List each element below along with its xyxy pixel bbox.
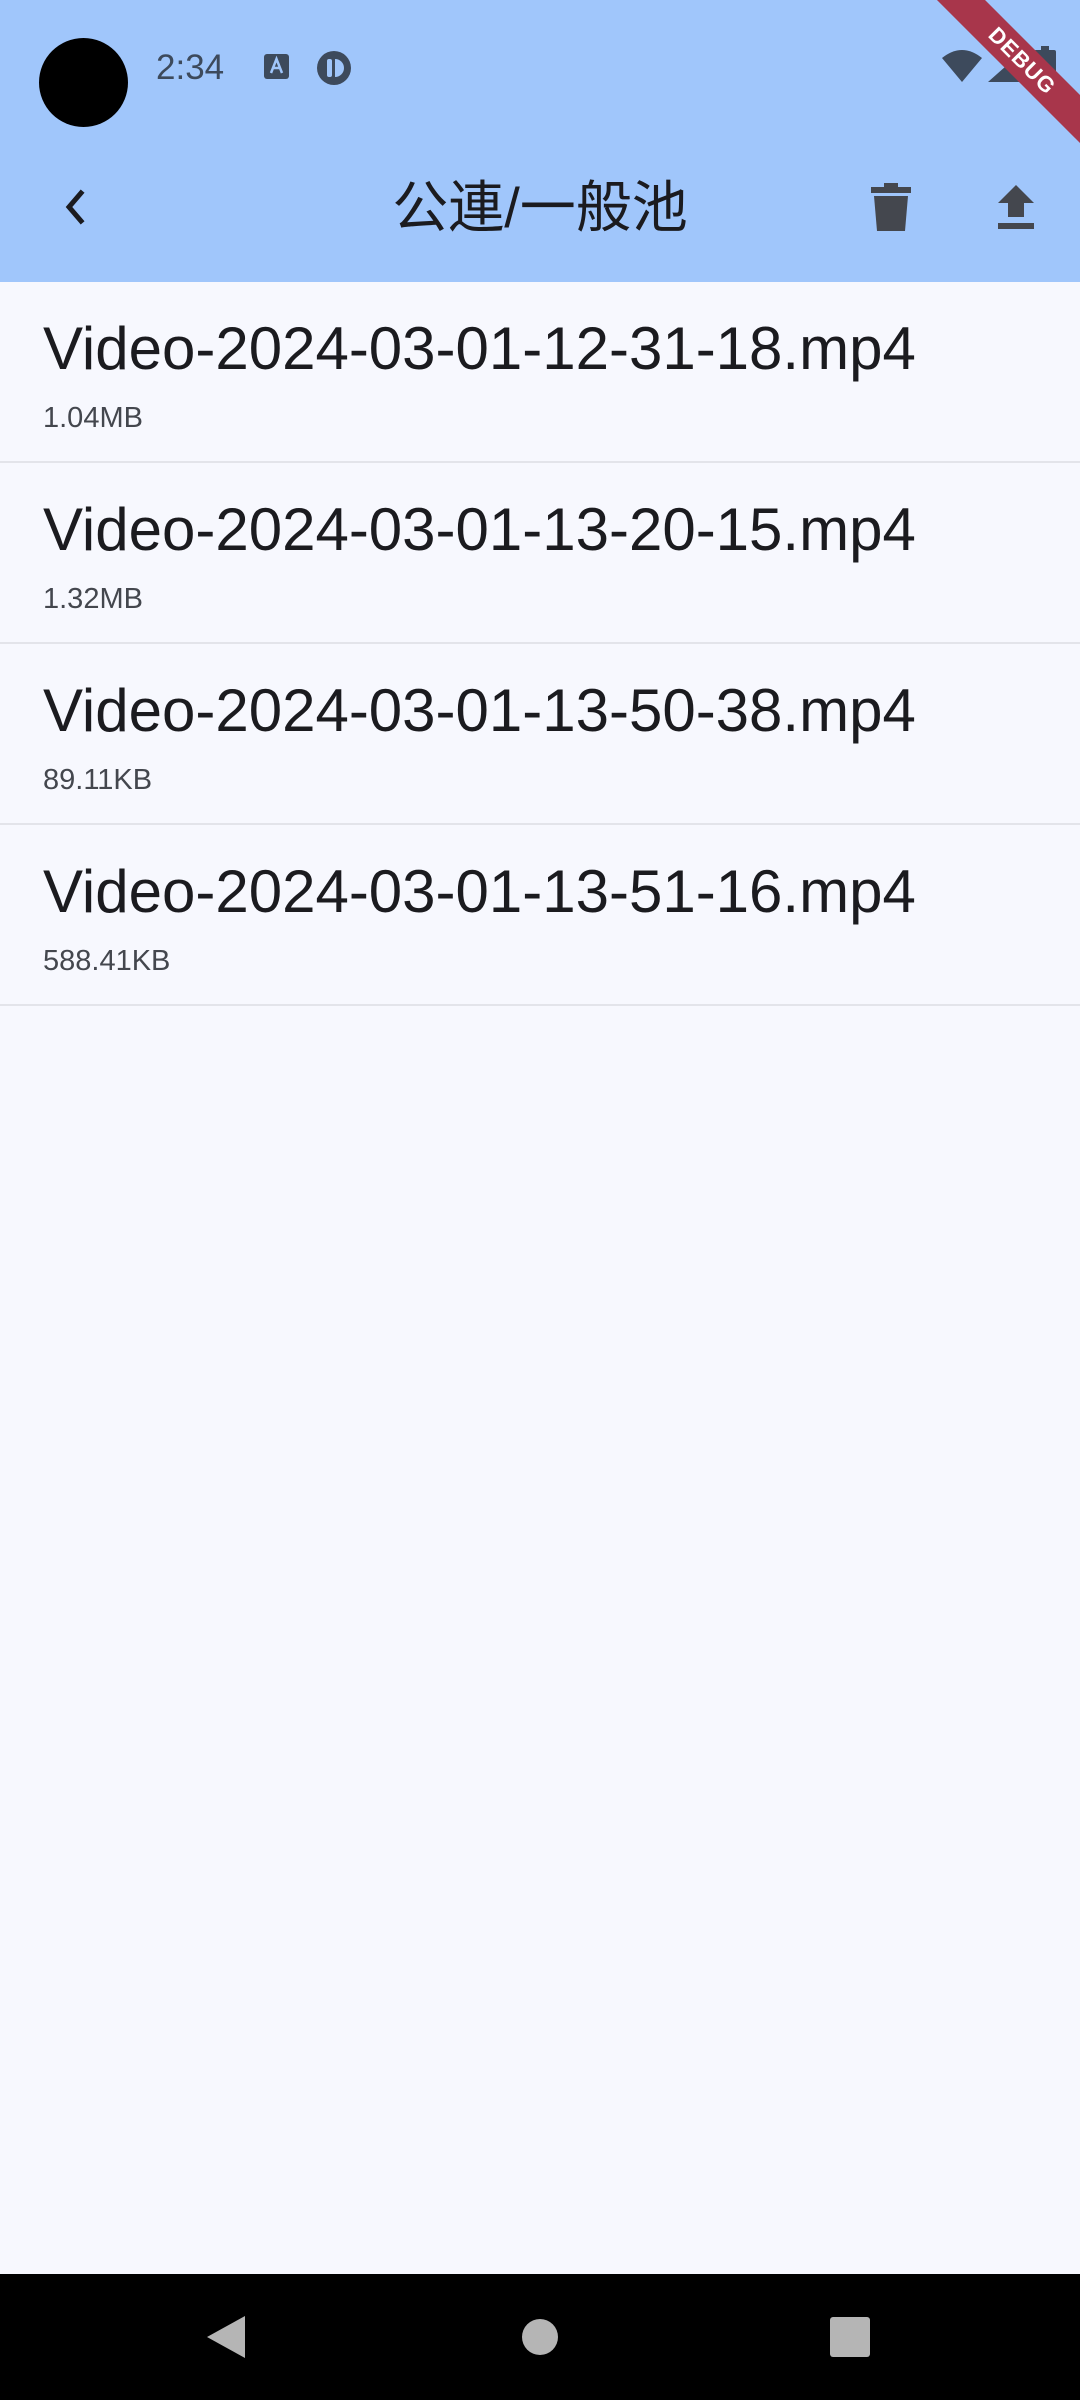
app-header: 2:34 公連/一般池 [0,0,1080,282]
back-button[interactable] [38,171,110,243]
file-list: Video-2024-03-01-12-31-18.mp4 1.04MB Vid… [0,282,1080,1006]
upload-icon [998,185,1034,229]
notification-a-icon [264,54,289,79]
file-size: 588.41KB [43,945,171,977]
file-size: 1.32MB [43,583,143,615]
file-name: Video-2024-03-01-13-50-38.mp4 [43,677,916,744]
app-bar: 公連/一般池 [0,140,1080,282]
trash-icon [871,183,911,231]
delete-button[interactable] [855,169,927,245]
list-item[interactable]: Video-2024-03-01-13-50-38.mp4 89.11KB [0,644,1080,825]
file-name: Video-2024-03-01-13-51-16.mp4 [43,858,916,925]
camera-cutout [39,38,128,127]
nav-recents-icon[interactable] [830,2317,870,2357]
file-name: Video-2024-03-01-13-20-15.mp4 [43,496,916,563]
file-size: 1.04MB [43,402,143,434]
chevron-left-icon [65,189,85,225]
page-title: 公連/一般池 [392,176,688,239]
status-bar: 2:34 [0,0,1080,140]
upload-button[interactable] [980,169,1052,245]
status-time: 2:34 [156,48,225,87]
list-item[interactable]: Video-2024-03-01-12-31-18.mp4 1.04MB [0,282,1080,463]
list-item[interactable]: Video-2024-03-01-13-51-16.mp4 588.41KB [0,825,1080,1006]
signal-icon [988,50,1024,82]
file-name: Video-2024-03-01-12-31-18.mp4 [43,315,916,382]
battery-icon [1034,46,1056,86]
notification-b-icon [317,51,351,85]
file-size: 89.11KB [43,764,153,796]
list-item[interactable]: Video-2024-03-01-13-20-15.mp4 1.32MB [0,463,1080,644]
wifi-icon [942,50,982,82]
nav-home-icon[interactable] [522,2319,558,2355]
system-nav-bar [0,2274,1080,2400]
nav-back-icon[interactable] [205,2314,247,2360]
